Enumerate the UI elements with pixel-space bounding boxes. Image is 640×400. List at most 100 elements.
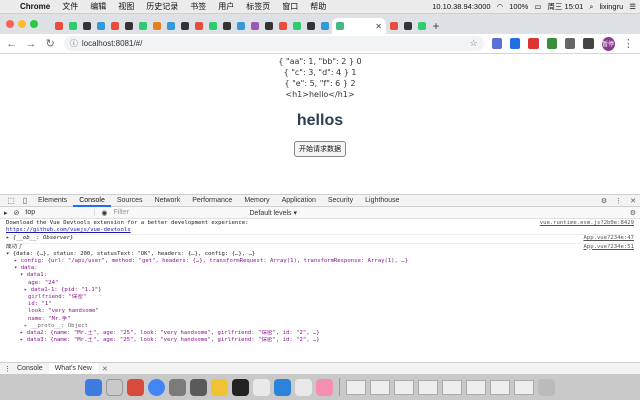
tree-item[interactable]: ▾ data1: <box>6 272 634 279</box>
tree-item-label[interactable]: ▸ data2: {name: "Mr.王", age: "25", look:… <box>20 330 320 336</box>
browser-tab[interactable] <box>276 18 289 34</box>
browser-tab-active[interactable]: ✕ <box>332 18 386 34</box>
source-link[interactable]: vue.runtime.esm.js?2b0e:8429 <box>540 220 634 227</box>
browser-tab[interactable] <box>136 18 149 34</box>
tree-item[interactable]: ▸ data2: {name: "Mr.王", age: "25", look:… <box>6 330 634 337</box>
tree-item-label[interactable]: ▾ data: <box>14 265 38 271</box>
console-message[interactable]: ▸ {__ob__: Observer} App.vue?234e:47 <box>6 235 634 244</box>
site-info-icon[interactable]: ⓘ <box>70 38 78 49</box>
menu-help[interactable]: 帮助 <box>304 1 332 12</box>
tree-item-label[interactable]: ▸ __proto__: Object <box>24 323 88 329</box>
back-icon[interactable]: ← <box>6 38 17 50</box>
wifi-icon[interactable]: ◠ <box>497 2 504 11</box>
browser-tab[interactable] <box>206 18 219 34</box>
close-window-button[interactable] <box>6 20 14 28</box>
browser-tab[interactable] <box>66 18 79 34</box>
menu-bookmarks[interactable]: 书签 <box>184 1 212 12</box>
tree-item-label[interactable]: ▸ data3: {name: "Mr.王", age: "25", look:… <box>20 337 320 343</box>
battery-level[interactable]: 100% <box>509 2 528 11</box>
browser-tab[interactable] <box>108 18 121 34</box>
tab-application[interactable]: Application <box>276 195 322 207</box>
app-icon[interactable] <box>295 378 312 396</box>
browser-tab[interactable] <box>94 18 107 34</box>
tree-item[interactable]: ▸ data3: {name: "Mr.王", age: "25", look:… <box>6 337 634 344</box>
menu-view[interactable]: 视图 <box>112 1 140 12</box>
browser-tab[interactable] <box>150 18 163 34</box>
browser-tab[interactable] <box>80 18 93 34</box>
extension-icon[interactable] <box>528 38 539 49</box>
close-tab-icon[interactable]: ✕ <box>375 22 382 31</box>
tree-item[interactable]: ▾ data: <box>6 265 634 272</box>
console-link[interactable]: https://github.com/vuejs/vue-devtools <box>6 227 131 233</box>
tab-sources[interactable]: Sources <box>111 195 149 207</box>
drawer-tab-whats-new[interactable]: What's New <box>48 362 98 375</box>
address-bar[interactable]: ⓘ localhost:8081/#/ ☆ <box>63 36 484 51</box>
music-icon[interactable] <box>316 378 333 396</box>
browser-tab[interactable] <box>415 18 428 34</box>
sidebar-toggle-icon[interactable]: ▸ <box>4 209 8 217</box>
word-extension-icon[interactable] <box>509 38 521 49</box>
browser-tab[interactable] <box>262 18 275 34</box>
chrome-icon[interactable] <box>148 378 165 396</box>
trash-icon[interactable] <box>538 378 555 396</box>
tab-memory[interactable]: Memory <box>238 195 275 207</box>
clock[interactable]: 周三 15:01 <box>547 1 583 12</box>
browser-tab[interactable] <box>234 18 247 34</box>
tab-security[interactable]: Security <box>322 195 359 207</box>
tab-lighthouse[interactable]: Lighthouse <box>359 195 405 207</box>
browser-tab[interactable] <box>122 18 135 34</box>
terminal-icon[interactable] <box>232 378 249 396</box>
app-icon[interactable] <box>190 378 207 396</box>
minimized-window[interactable] <box>346 379 366 395</box>
close-icon[interactable]: ✕ <box>630 197 636 205</box>
tab-elements[interactable]: Elements <box>32 195 73 207</box>
forward-icon[interactable]: → <box>25 38 36 50</box>
close-icon[interactable]: ✕ <box>102 365 108 373</box>
menu-window[interactable]: 窗口 <box>276 1 304 12</box>
menu-tab[interactable]: 标签页 <box>240 1 276 12</box>
new-tab-button[interactable]: + <box>429 18 443 34</box>
drawer-menu-icon[interactable]: ⋮ <box>4 365 11 373</box>
app-icon[interactable] <box>211 378 228 396</box>
minimized-window[interactable] <box>418 379 438 395</box>
context-select[interactable]: top <box>25 209 96 216</box>
tree-item-label[interactable]: ▸ data1-1: {pid: "1.1"} <box>24 287 101 293</box>
minimized-window[interactable] <box>442 379 462 395</box>
search-icon[interactable]: ⌕ <box>589 2 593 12</box>
app-icon[interactable] <box>253 378 270 396</box>
source-link[interactable]: App.vue?234e:47 <box>583 235 634 242</box>
menu-file[interactable]: 文件 <box>56 1 84 12</box>
browser-tab[interactable] <box>387 18 400 34</box>
request-data-button[interactable]: 开始请求数据 <box>294 141 346 157</box>
eye-icon[interactable]: ◉ <box>101 209 107 217</box>
browser-tab[interactable] <box>164 18 177 34</box>
filter-input[interactable]: Filter <box>114 209 244 216</box>
minimized-window[interactable] <box>370 379 390 395</box>
user-name[interactable]: lixingru <box>600 2 624 11</box>
finder-icon[interactable] <box>85 378 102 396</box>
tab-performance[interactable]: Performance <box>186 195 238 207</box>
browser-tab[interactable] <box>401 18 414 34</box>
menu-history[interactable]: 历史记录 <box>140 1 184 12</box>
inspect-icon[interactable]: ⬚ <box>4 196 18 205</box>
zoom-window-button[interactable] <box>30 20 38 28</box>
browser-tab[interactable] <box>318 18 331 34</box>
console-object[interactable]: ▾ {data: {…}, status: 200, statusText: "… <box>6 251 634 258</box>
menu-app-name[interactable]: Chrome <box>14 2 56 11</box>
console-text[interactable]: ▾ {data: {…}, status: 200, statusText: "… <box>6 251 255 257</box>
console-object[interactable]: ▸ {__ob__: Observer} <box>6 235 73 241</box>
browser-tab[interactable] <box>220 18 233 34</box>
launchpad-icon[interactable] <box>106 378 123 396</box>
url-text[interactable]: localhost:8081/#/ <box>82 39 143 48</box>
console-settings-icon[interactable]: ⚙ <box>630 209 636 217</box>
more-options-icon[interactable]: ⋮ <box>615 197 622 205</box>
log-levels-select[interactable]: Default levels ▾ <box>250 209 297 217</box>
menu-icon[interactable]: ☰ <box>629 2 636 11</box>
settings-gear-icon[interactable] <box>169 378 186 396</box>
battery-icon[interactable]: ▭ <box>534 2 541 11</box>
more-menu-icon[interactable]: ⋮ <box>623 37 634 50</box>
vscode-icon[interactable] <box>274 378 291 396</box>
browser-tab[interactable] <box>248 18 261 34</box>
browser-tab[interactable] <box>192 18 205 34</box>
settings-gear-icon[interactable]: ⚙ <box>601 197 607 205</box>
